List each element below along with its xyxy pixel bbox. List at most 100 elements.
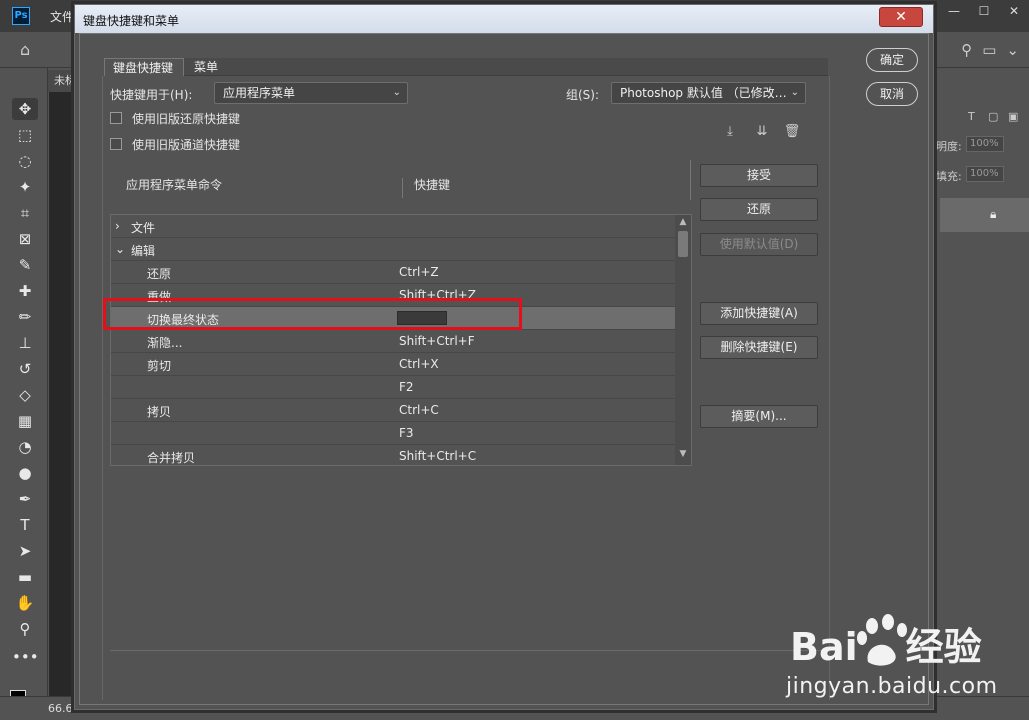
marquee-tool-icon[interactable]: ⬚: [12, 124, 38, 146]
list-item-file[interactable]: › 文件: [111, 215, 675, 238]
watermark-url: jingyan.baidu.com: [786, 674, 998, 699]
table-row[interactable]: F3: [111, 422, 675, 445]
eyedropper-icon[interactable]: ✎: [12, 254, 38, 276]
dialog-body: 键盘快捷键 菜单 快捷键用于(H): 应用程序菜单 ⌄ 组(S): Photos…: [79, 33, 929, 705]
crop-tool-icon[interactable]: ⌗: [12, 202, 38, 224]
keyboard-shortcuts-dialog: 键盘快捷键和菜单 ✕ 键盘快捷键 菜单 快捷键用于(H): 应用程序菜单 ⌄ 组…: [74, 4, 934, 710]
fill-field[interactable]: 100%: [966, 166, 1004, 182]
search-icon[interactable]: ⚲: [961, 41, 972, 59]
command-label: 剪切: [147, 359, 172, 373]
blur-tool-icon[interactable]: ◔: [12, 436, 38, 458]
save-set-as-icon[interactable]: ⇊: [752, 122, 772, 142]
undo-button[interactable]: 还原: [700, 198, 818, 221]
tab-menus[interactable]: 菜单: [186, 58, 226, 76]
home-icon[interactable]: ⌂: [20, 40, 42, 60]
dodge-tool-icon[interactable]: ●: [12, 462, 38, 484]
legacy-channel-label: 使用旧版通道快捷键: [132, 138, 241, 152]
dialog-title: 键盘快捷键和菜单: [83, 14, 180, 28]
command-label: 还原: [147, 267, 172, 281]
summarize-button[interactable]: 摘要(M)...: [700, 405, 818, 428]
scroll-down-icon[interactable]: ▼: [675, 449, 691, 459]
accept-button[interactable]: 接受: [700, 164, 818, 187]
workspace-menu-icon[interactable]: ⌄: [1006, 41, 1019, 59]
layer-row[interactable]: 🔒︎: [940, 198, 1029, 232]
shortcut-label: Ctrl+Z: [399, 265, 439, 279]
list-item-edit[interactable]: ⌄ 编辑: [111, 238, 675, 261]
chevron-down-icon: ⌄: [790, 87, 799, 98]
cancel-button[interactable]: 取消: [866, 82, 918, 106]
maximize-icon[interactable]: ☐: [969, 0, 999, 22]
frame-tool-icon[interactable]: ⊠: [12, 228, 38, 250]
delete-shortcut-button[interactable]: 删除快捷键(E): [700, 336, 818, 359]
header-divider: [690, 160, 691, 200]
brush-tool-icon[interactable]: ✏: [12, 306, 38, 328]
set-label: 组(S):: [566, 88, 600, 102]
opacity-field[interactable]: 100%: [966, 136, 1004, 152]
table-row[interactable]: 重做 Shift+Ctrl+Z: [111, 284, 675, 307]
dialog-close-button[interactable]: ✕: [879, 7, 923, 27]
lasso-tool-icon[interactable]: ◌: [12, 150, 38, 172]
shortcut-edit-field[interactable]: [397, 311, 447, 325]
workspace-icon[interactable]: ▭: [982, 41, 996, 59]
collapse-icon[interactable]: ⌄: [115, 242, 125, 256]
save-set-icon[interactable]: ⤓: [720, 122, 740, 142]
shortcut-label: Shift+Ctrl+C: [399, 449, 477, 463]
legacy-undo-checkbox[interactable]: [110, 112, 122, 124]
scroll-up-icon[interactable]: ▲: [675, 217, 691, 227]
type-layer-icon[interactable]: T: [968, 110, 975, 123]
scroll-thumb[interactable]: [678, 231, 688, 257]
table-row[interactable]: 合并拷贝 Shift+Ctrl+C: [111, 445, 675, 465]
gradient-tool-icon[interactable]: ▦: [12, 410, 38, 432]
delete-set-icon[interactable]: 🗑︎: [782, 122, 802, 142]
rectangle-tool-icon[interactable]: ▬: [12, 566, 38, 588]
tab-bar: 键盘快捷键 菜单: [104, 58, 828, 76]
set-select[interactable]: Photoshop 默认值 （已修改… ⌄: [611, 82, 806, 104]
paw-icon: [857, 614, 907, 666]
add-shortcut-button[interactable]: 添加快捷键(A): [700, 302, 818, 325]
table-row[interactable]: 渐隐... Shift+Ctrl+F: [111, 330, 675, 353]
type-tool-icon[interactable]: T: [12, 514, 38, 536]
table-row[interactable]: 剪切 Ctrl+X: [111, 353, 675, 376]
minimize-icon[interactable]: —: [939, 0, 969, 22]
table-row[interactable]: 还原 Ctrl+Z: [111, 261, 675, 284]
shortcut-label: Shift+Ctrl+Z: [399, 288, 476, 302]
history-brush-icon[interactable]: ↺: [12, 358, 38, 380]
smart-object-icon[interactable]: ▣: [1008, 110, 1018, 123]
command-label: 渐隐...: [147, 336, 183, 350]
table-row[interactable]: F2: [111, 376, 675, 399]
shortcut-label: Ctrl+X: [399, 357, 439, 371]
table-row[interactable]: 拷贝 Ctrl+C: [111, 399, 675, 422]
healing-brush-icon[interactable]: ✚: [12, 280, 38, 302]
command-label: 拷贝: [147, 405, 172, 419]
magic-wand-icon[interactable]: ✦: [12, 176, 38, 198]
stamp-tool-icon[interactable]: ⊥: [12, 332, 38, 354]
pen-tool-icon[interactable]: ✒: [12, 488, 38, 510]
move-tool-icon[interactable]: ✥: [12, 98, 38, 120]
menu-file[interactable]: 文件: [50, 8, 74, 25]
fill-label: 填充:: [936, 170, 962, 183]
use-default-button[interactable]: 使用默认值(D): [700, 233, 818, 256]
shortcuts-for-label: 快捷键用于(H):: [110, 88, 193, 102]
expand-icon[interactable]: ›: [115, 219, 120, 233]
path-selection-icon[interactable]: ➤: [12, 540, 38, 562]
hand-tool-icon[interactable]: ✋: [12, 592, 38, 614]
lock-icon: 🔒︎: [990, 207, 997, 221]
options-right-icons: ⚲ ▭ ⌄: [961, 41, 1019, 59]
ok-button[interactable]: 确定: [866, 48, 918, 72]
table-row-selected[interactable]: 切换最终状态: [111, 307, 675, 330]
zoom-tool-icon[interactable]: ⚲: [12, 618, 38, 640]
eraser-tool-icon[interactable]: ◇: [12, 384, 38, 406]
list-scrollbar[interactable]: ▲ ▼: [675, 215, 691, 465]
shortcut-list: › 文件 ⌄ 编辑 还原 Ctrl+Z 重做 Shift+Ctrl+Z 切换最终…: [110, 214, 692, 466]
command-label: 重做: [147, 290, 172, 304]
tab-keyboard-shortcuts[interactable]: 键盘快捷键: [104, 58, 184, 76]
shortcuts-for-select[interactable]: 应用程序菜单 ⌄: [214, 82, 408, 104]
window-controls: — ☐ ✕: [939, 0, 1029, 22]
legacy-channel-checkbox[interactable]: [110, 138, 122, 150]
more-tools-icon[interactable]: •••: [12, 646, 39, 668]
set-value: Photoshop 默认值 （已修改…: [620, 86, 787, 100]
shape-layer-icon[interactable]: ▢: [988, 110, 998, 123]
close-window-icon[interactable]: ✕: [999, 0, 1029, 22]
tools-panel: ✥ ⬚ ◌ ✦ ⌗ ⊠ ✎ ✚ ✏ ⊥ ↺ ◇ ▦ ◔ ● ✒ T ➤ ▬ ✋ …: [0, 68, 48, 720]
command-label: 文件: [131, 221, 156, 235]
